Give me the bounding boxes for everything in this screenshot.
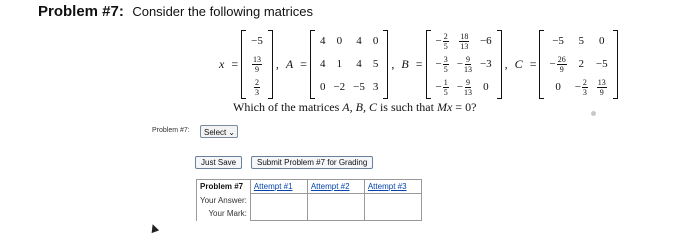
answer-select-value: Select [204, 128, 227, 137]
problem-title: Problem #7: [38, 3, 124, 20]
matrix-entry: 3 [372, 81, 379, 93]
matrix-c-name: C [514, 56, 523, 71]
matrix-a: 4 0 4 0 4 1 4 5 0 −2 −5 3 [309, 29, 389, 99]
matrix-entry: 0 [555, 81, 561, 93]
matrix-entry: 4 [356, 58, 362, 70]
matrix-entry: −5 [595, 58, 608, 70]
matrix-entry: 0 [336, 35, 343, 47]
attempt-3-link[interactable]: Attempt #3 [363, 179, 422, 194]
matrix-entry: 23 [253, 77, 260, 97]
matrix-entry: 0 [372, 35, 379, 47]
matrix-b-name: B [401, 56, 409, 71]
matrix-entry: 4 [356, 35, 362, 47]
matrix-a-name: A [285, 56, 294, 71]
matrix-entry: −3 [479, 58, 492, 70]
matrix-entry: −5 [353, 81, 365, 93]
matrix-entry: −26 9 [549, 54, 567, 74]
your-answer-label: Your Answer: [196, 193, 251, 207]
answer-label: Problem #7: [152, 127, 190, 134]
mark-cell-2 [306, 207, 365, 221]
your-mark-label: Your Mark: [196, 207, 251, 221]
answer-cell-1 [249, 193, 308, 207]
matrix-entry: −9 13 [456, 77, 472, 97]
attempt-2-link[interactable]: Attempt #2 [306, 179, 365, 194]
just-save-button[interactable]: Just Save [195, 156, 243, 169]
problem-statement: Consider the following matrices [132, 4, 313, 19]
matrix-entry: −3 5 [435, 54, 449, 74]
matrix-entry: −9 13 [456, 54, 472, 74]
matrix-entry: −5 [251, 35, 263, 47]
question-text: Which of the matrices A, B, C is such th… [233, 100, 477, 114]
answer-cell-3 [363, 193, 422, 207]
problem-heading: Problem #7: Consider the following matri… [38, 3, 313, 21]
matrix-entry: −6 [479, 35, 492, 47]
mark-cell-3 [363, 207, 422, 221]
matrix-entry: 4 [319, 58, 326, 70]
attempts-header: Problem #7 [196, 179, 251, 194]
matrix-entry: −2 5 [435, 31, 449, 51]
answer-select[interactable]: Select ⌄ [200, 125, 238, 138]
matrix-entry: −2 [333, 81, 346, 93]
matrix-b: −2 5 18 13 −6 −3 5 −9 13 −3 −1 5 −9 13 0 [425, 29, 502, 99]
matrix-entry: 5 [578, 35, 585, 47]
matrix-c: −5 5 0 −26 9 2 −5 0 −2 3 13 9 [539, 29, 618, 99]
matrix-entry: 1 [336, 58, 343, 70]
decorative-dot [591, 111, 596, 116]
matrix-equation: x = −5 13 9 2 3 , A = 4 0 4 0 4 1 4 5 0 −2 −5 3 , B = −… [215, 28, 618, 100]
attempts-table: Problem #7 Attempt #1 Attempt #2 Attempt… [196, 179, 422, 221]
matrix-entry: 18 13 [459, 31, 470, 51]
matrix-entry: −5 [552, 35, 564, 47]
matrix-entry: 0 [319, 81, 326, 93]
matrix-entry: 5 [372, 58, 379, 70]
mark-cell-1 [249, 207, 308, 221]
matrix-entry: −1 5 [435, 77, 449, 97]
attempt-1-link[interactable]: Attempt #1 [249, 179, 308, 194]
matrix-entry: 2 [578, 58, 585, 70]
matrix-entry: 0 [483, 81, 489, 93]
matrix-entry: −2 3 [574, 77, 588, 97]
matrix-entry: 4 [319, 35, 326, 47]
x-vector: −5 13 9 2 3 [241, 29, 273, 99]
matrix-entry: 13 9 [596, 77, 607, 97]
submit-button[interactable]: Submit Problem #7 for Grading [251, 156, 374, 169]
chevron-down-icon: ⌄ [228, 128, 235, 137]
matrix-entry: 0 [599, 35, 605, 47]
matrix-entry: 13 9 [251, 54, 262, 74]
mouse-cursor-icon [148, 222, 160, 234]
x-vector-name: x [219, 56, 225, 71]
answer-cell-2 [306, 193, 365, 207]
